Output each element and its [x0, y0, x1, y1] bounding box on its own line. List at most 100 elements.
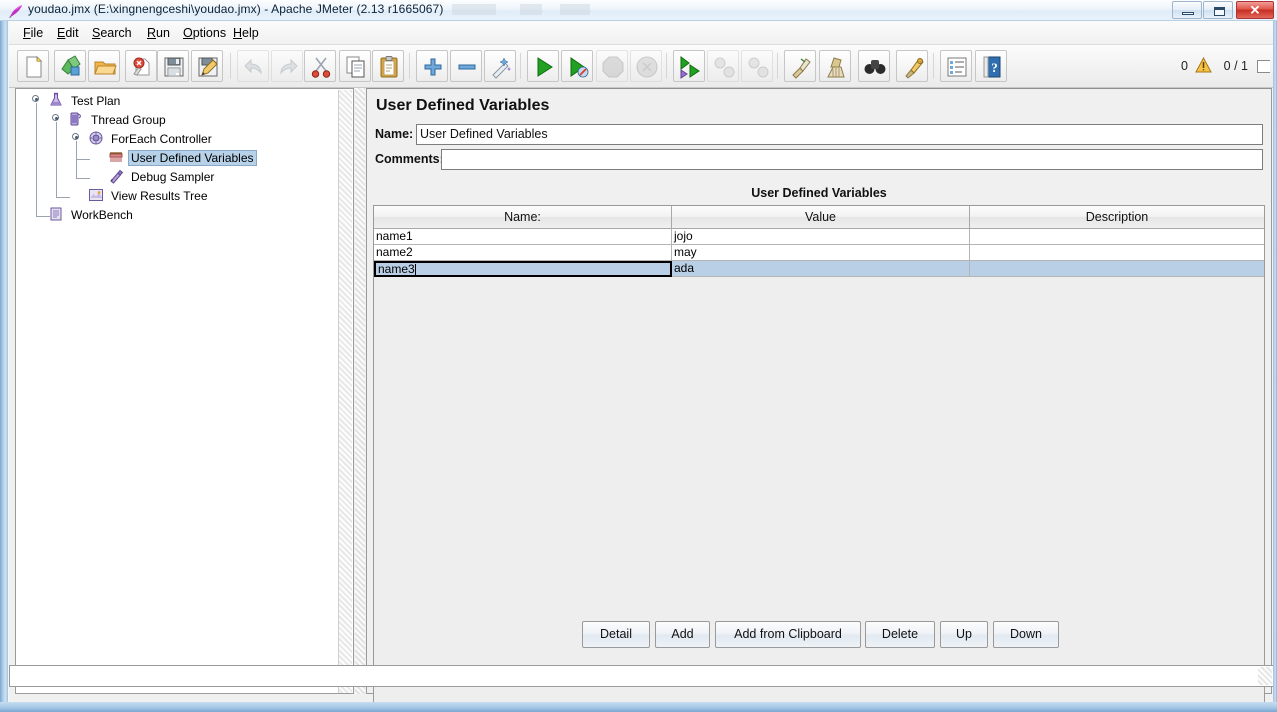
tree-label-test-plan: Test Plan: [71, 94, 121, 108]
clipboard-icon: [380, 56, 398, 78]
table-row[interactable]: name3 ada: [374, 261, 1264, 277]
scissors-icon: [311, 57, 331, 78]
tree-expand-handle-thread-group[interactable]: [52, 114, 59, 121]
menu-bar: File Edit Search Run Options Help: [9, 21, 1273, 45]
name-field-row: Name: User Defined Variables: [375, 124, 1263, 145]
column-header-value[interactable]: Value: [672, 206, 970, 229]
close-button[interactable]: ✕: [1236, 1, 1274, 19]
help-button[interactable]: ?: [975, 50, 1007, 82]
start-no-pause-button[interactable]: [561, 50, 593, 82]
copy-button[interactable]: [339, 50, 371, 82]
maximize-button[interactable]: [1203, 1, 1233, 19]
title-bar: youdao.jmx (E:\xingnengceshi\youdao.jmx)…: [0, 0, 1277, 21]
remote-stop-all-button[interactable]: [707, 50, 739, 82]
cell-name[interactable]: name2: [374, 245, 672, 261]
toolbar-separator: [933, 53, 934, 79]
toggle-button[interactable]: [484, 50, 516, 82]
save-as-icon: [198, 57, 218, 77]
up-button[interactable]: Up: [940, 621, 988, 648]
detail-button[interactable]: Detail: [582, 621, 650, 648]
help-book-icon: ?: [983, 56, 1001, 78]
templates-button[interactable]: [54, 50, 86, 82]
comments-input[interactable]: [441, 149, 1263, 170]
menu-run[interactable]: Run: [143, 25, 174, 41]
tree-expand-handle-test-plan[interactable]: [32, 95, 39, 102]
search-reset-button[interactable]: [896, 50, 928, 82]
warning-triangle-icon[interactable]: [1195, 56, 1212, 78]
save-as-button[interactable]: [191, 50, 223, 82]
remote-start-all-button[interactable]: [673, 50, 705, 82]
split-pane-divider[interactable]: [355, 88, 365, 694]
expand-all-button[interactable]: [416, 50, 448, 82]
save-floppy-icon: [164, 57, 184, 77]
close-button-toolbar[interactable]: [125, 50, 157, 82]
clear-button[interactable]: [784, 50, 816, 82]
page-title: User Defined Variables: [376, 97, 550, 114]
clear-all-icon: [827, 57, 845, 78]
tree-label-user-defined-variables: User Defined Variables: [128, 150, 257, 166]
menu-file[interactable]: File: [19, 25, 47, 41]
remote-shutdown-icon: [748, 57, 769, 78]
play-no-pause-icon: [570, 57, 589, 78]
save-button[interactable]: [157, 50, 189, 82]
add-button[interactable]: Add: [655, 621, 710, 648]
tree-label-foreach-controller: ForEach Controller: [111, 132, 212, 146]
undo-button[interactable]: [237, 50, 269, 82]
undo-arrow-icon: [244, 58, 262, 75]
column-header-description[interactable]: Description: [970, 206, 1264, 229]
resize-grip[interactable]: [1258, 667, 1272, 685]
name-input[interactable]: User Defined Variables: [416, 124, 1263, 145]
paste-button[interactable]: [372, 50, 404, 82]
new-document-icon: [26, 55, 43, 78]
collapse-all-button[interactable]: [450, 50, 482, 82]
shutdown-button[interactable]: [630, 50, 662, 82]
cell-description[interactable]: [970, 229, 1264, 245]
minimize-button[interactable]: [1172, 1, 1202, 19]
toolbar-separator: [666, 53, 667, 79]
plus-icon: [424, 58, 442, 76]
toolbar: ? 0 0 / 1: [9, 45, 1273, 88]
table-row[interactable]: name2 may: [374, 245, 1264, 261]
menu-edit[interactable]: Edit: [53, 25, 83, 41]
delete-button[interactable]: Delete: [865, 621, 935, 648]
add-from-clipboard-button[interactable]: Add from Clipboard: [715, 621, 861, 648]
stop-button[interactable]: [596, 50, 628, 82]
templates-icon: [61, 55, 81, 76]
column-header-name[interactable]: Name:: [374, 206, 672, 229]
cell-value[interactable]: jojo: [672, 229, 970, 245]
tree-line: [56, 197, 70, 198]
menu-help[interactable]: Help: [229, 25, 263, 41]
table-row[interactable]: name1 jojo: [374, 229, 1264, 245]
menu-options[interactable]: Options: [179, 25, 230, 41]
tree-expand-handle-foreach[interactable]: [72, 133, 79, 140]
svg-text:?: ?: [991, 60, 998, 75]
cell-description[interactable]: [970, 245, 1264, 261]
menu-search[interactable]: Search: [88, 25, 136, 41]
function-helper-button[interactable]: [940, 50, 972, 82]
toolbar-separator: [230, 53, 231, 79]
cell-value[interactable]: may: [672, 245, 970, 261]
title-artifact-1: [452, 4, 496, 15]
main-split-pane: Test Plan Thread Group ForEach Controlle…: [9, 88, 1273, 702]
clear-all-button[interactable]: [819, 50, 851, 82]
cell-name-editor[interactable]: name3: [374, 261, 672, 277]
cell-description[interactable]: [970, 261, 1264, 277]
test-plan-tree[interactable]: Test Plan Thread Group ForEach Controlle…: [15, 88, 354, 694]
cell-value[interactable]: ada: [672, 261, 970, 277]
start-button[interactable]: [527, 50, 559, 82]
thread-group-icon: [68, 111, 84, 130]
close-document-icon: [133, 57, 150, 76]
open-button[interactable]: [88, 50, 120, 82]
application-window: youdao.jmx (E:\xingnengceshi\youdao.jmx)…: [0, 0, 1277, 712]
tree-scrollbar[interactable]: [338, 90, 352, 693]
remote-shutdown-button[interactable]: [741, 50, 773, 82]
new-button[interactable]: [17, 50, 49, 82]
tree-line: [76, 159, 90, 160]
comments-field-row: Comments:: [375, 149, 1263, 170]
cell-name[interactable]: name1: [374, 229, 672, 245]
remote-stop-icon: [714, 57, 735, 78]
redo-button[interactable]: [271, 50, 303, 82]
cut-button[interactable]: [304, 50, 336, 82]
search-button[interactable]: [858, 50, 890, 82]
down-button[interactable]: Down: [993, 621, 1059, 648]
